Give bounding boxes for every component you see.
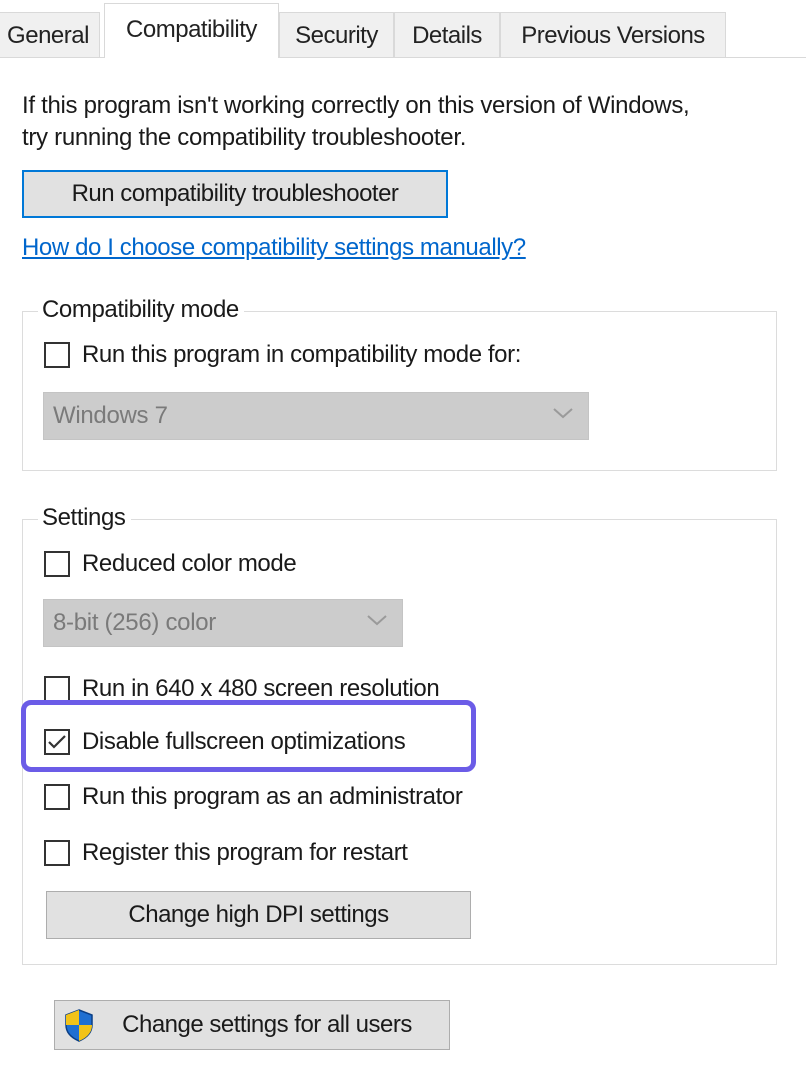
change-dpi-button[interactable]: Change high DPI settings [46, 891, 471, 939]
highlight-box [21, 700, 476, 772]
tab-details[interactable]: Details [394, 12, 500, 57]
tab-general[interactable]: General [0, 12, 100, 57]
color-depth-select: 8-bit (256) color [43, 599, 403, 647]
res-640-clip: Run in 640 x 480 screen resolution [44, 672, 504, 700]
run-troubleshooter-button[interactable]: Run compatibility troubleshooter [22, 170, 448, 218]
settings-legend: Settings [38, 504, 131, 532]
chevron-down-icon [367, 615, 387, 626]
register-restart-checkbox[interactable] [44, 840, 70, 866]
change-all-users-label: Change settings for all users [122, 1011, 412, 1038]
color-depth-value: 8-bit (256) color [53, 609, 216, 636]
tab-compatibility[interactable]: Compatibility [104, 3, 279, 58]
os-select-value: Windows 7 [53, 402, 168, 429]
register-restart-label: Register this program for restart [82, 839, 408, 866]
register-restart-row[interactable]: Register this program for restart [44, 836, 408, 870]
compatibility-mode-group [22, 311, 777, 471]
res-640-checkbox[interactable] [44, 676, 70, 700]
compat-mode-label: Run this program in compatibility mode f… [82, 341, 521, 368]
help-link[interactable]: How do I choose compatibility settings m… [22, 234, 526, 262]
compatibility-mode-legend: Compatibility mode [38, 296, 244, 324]
chevron-down-icon [553, 408, 573, 419]
run-admin-row[interactable]: Run this program as an administrator [44, 780, 463, 814]
run-admin-checkbox[interactable] [44, 784, 70, 810]
reduced-color-row[interactable]: Reduced color mode [44, 547, 297, 581]
tab-security[interactable]: Security [279, 12, 394, 57]
tab-previous-versions[interactable]: Previous Versions [500, 12, 726, 57]
intro-line-2: try running the compatibility troublesho… [22, 124, 467, 151]
compat-mode-checkbox[interactable] [44, 342, 70, 368]
uac-shield-icon [65, 1009, 93, 1042]
os-select: Windows 7 [43, 392, 589, 440]
tab-bar: General Compatibility Security Details P… [0, 0, 806, 58]
intro-line-1: If this program isn't working correctly … [22, 92, 690, 119]
run-admin-label: Run this program as an administrator [82, 783, 463, 810]
res-640-label: Run in 640 x 480 screen resolution [82, 675, 440, 700]
compat-mode-row[interactable]: Run this program in compatibility mode f… [44, 338, 521, 372]
intro-text: If this program isn't working correctly … [22, 90, 792, 154]
reduced-color-checkbox[interactable] [44, 551, 70, 577]
change-all-users-button[interactable]: Change settings for all users [54, 1000, 450, 1050]
res-640-row[interactable]: Run in 640 x 480 screen resolution [44, 672, 440, 700]
reduced-color-label: Reduced color mode [82, 550, 297, 577]
